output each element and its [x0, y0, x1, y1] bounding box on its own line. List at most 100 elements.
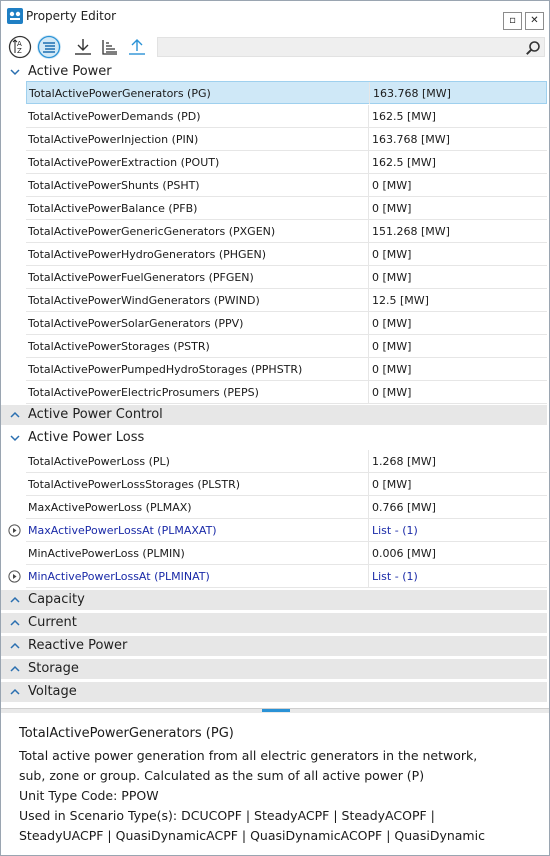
property-value: 12.5 [MW] — [372, 294, 429, 307]
collapse-all-button[interactable] — [71, 35, 95, 59]
property-row[interactable]: TotalActivePowerHydroGenerators (PHGEN) … — [26, 243, 547, 266]
property-name: TotalActivePowerExtraction (POUT) — [28, 156, 220, 169]
sort-alphabetical-icon: A Z — [8, 35, 32, 59]
property-row[interactable]: MaxActivePowerLoss (PLMAX) 0.766 [MW] — [26, 496, 547, 519]
chevron-down-icon — [10, 435, 20, 442]
category-label: Active Power Loss — [28, 430, 145, 445]
chevron-up-icon — [10, 411, 20, 418]
title-bar: Property Editor ▫ ✕ — [1, 1, 549, 31]
category-capacity[interactable]: Capacity — [1, 590, 547, 610]
chevron-up-icon — [10, 596, 20, 603]
chevron-up-icon — [10, 665, 20, 672]
chevron-up-icon — [10, 619, 20, 626]
category-label: Reactive Power — [28, 638, 128, 653]
description-line: SteadyUACPF | QuasiDynamicACPF | QuasiDy… — [19, 828, 485, 843]
property-value: 151.268 [MW] — [372, 225, 450, 238]
column-divider — [368, 335, 369, 357]
property-row[interactable]: TotalActivePowerExtraction (POUT) 162.5 … — [26, 151, 547, 174]
column-divider — [368, 128, 369, 150]
property-value: 0.006 [MW] — [372, 547, 436, 560]
category-storage[interactable]: Storage — [1, 659, 547, 679]
property-row[interactable]: MinActivePowerLoss (PLMIN) 0.006 [MW] — [26, 542, 547, 565]
category-label: Storage — [28, 661, 79, 676]
category-active-power[interactable]: Active Power — [1, 62, 547, 82]
description-title: TotalActivePowerGenerators (PG) — [19, 726, 234, 741]
column-divider — [368, 105, 369, 127]
property-name: TotalActivePowerShunts (PSHT) — [28, 179, 200, 192]
category-label: Capacity — [28, 592, 85, 607]
svg-text:Z: Z — [17, 47, 22, 55]
search-icon[interactable] — [525, 40, 541, 56]
property-value: 0.766 [MW] — [372, 501, 436, 514]
property-name: TotalActivePowerElectricProsumers (PEPS) — [28, 386, 259, 399]
property-row[interactable]: TotalActivePowerWindGenerators (PWIND) 1… — [26, 289, 547, 312]
property-row-link[interactable]: MinActivePowerLossAt (PLMINAT) List - (1… — [26, 565, 547, 588]
categorized-view-button[interactable] — [37, 35, 61, 59]
sort-bars-icon — [102, 40, 117, 55]
property-name: TotalActivePowerGenerators (PG) — [29, 87, 211, 100]
chevron-up-icon — [10, 688, 20, 695]
close-button[interactable]: ✕ — [525, 12, 544, 30]
sort-bars-button[interactable] — [98, 35, 122, 59]
property-row[interactable]: TotalActivePowerShunts (PSHT) 0 [MW] — [26, 174, 547, 197]
category-voltage[interactable]: Voltage — [1, 682, 547, 702]
category-current[interactable]: Current — [1, 613, 547, 633]
property-name: MaxActivePowerLossAt (PLMAXAT) — [28, 524, 217, 537]
property-name: TotalActivePowerInjection (PIN) — [28, 133, 199, 146]
property-row[interactable]: TotalActivePowerDemands (PD) 162.5 [MW] — [26, 105, 547, 128]
property-value-link[interactable]: List - (1) — [372, 524, 418, 537]
property-row[interactable]: TotalActivePowerLoss (PL) 1.268 [MW] — [26, 450, 547, 473]
property-row-link[interactable]: MaxActivePowerLossAt (PLMAXAT) List - (1… — [26, 519, 547, 542]
category-reactive-power[interactable]: Reactive Power — [1, 636, 547, 656]
column-divider — [369, 82, 370, 104]
column-divider — [368, 565, 369, 587]
column-divider — [368, 358, 369, 380]
column-divider — [368, 450, 369, 472]
category-active-power-loss[interactable]: Active Power Loss — [1, 428, 547, 448]
column-divider — [368, 519, 369, 541]
expand-list-icon[interactable] — [8, 570, 21, 583]
property-row[interactable]: TotalActivePowerGenericGenerators (PXGEN… — [26, 220, 547, 243]
column-divider — [368, 289, 369, 311]
column-divider — [368, 473, 369, 495]
property-name: TotalActivePowerLossStorages (PLSTR) — [28, 478, 241, 491]
column-divider — [368, 220, 369, 242]
column-divider — [368, 381, 369, 403]
property-value: 0 [MW] — [372, 478, 412, 491]
property-name: MaxActivePowerLoss (PLMAX) — [28, 501, 192, 514]
property-row[interactable]: TotalActivePowerSolarGenerators (PPV) 0 … — [26, 312, 547, 335]
property-name: TotalActivePowerGenericGenerators (PXGEN… — [28, 225, 276, 238]
property-value: 163.768 [MW] — [373, 87, 451, 100]
property-name: TotalActivePowerHydroGenerators (PHGEN) — [28, 248, 267, 261]
property-name: TotalActivePowerWindGenerators (PWIND) — [28, 294, 260, 307]
property-row[interactable]: TotalActivePowerGenerators (PG) 163.768 … — [26, 81, 547, 104]
category-active-power-control[interactable]: Active Power Control — [1, 405, 547, 425]
property-name: MinActivePowerLoss (PLMIN) — [28, 547, 185, 560]
property-value-link[interactable]: List - (1) — [372, 570, 418, 583]
sort-alphabetical-button[interactable]: A Z — [8, 35, 32, 59]
property-row[interactable]: TotalActivePowerFuelGenerators (PFGEN) 0… — [26, 266, 547, 289]
export-upload-icon — [129, 39, 145, 55]
maximize-button[interactable]: ▫ — [503, 12, 522, 30]
expand-list-icon[interactable] — [8, 524, 21, 537]
property-name: TotalActivePowerStorages (PSTR) — [28, 340, 210, 353]
export-button[interactable] — [125, 35, 149, 59]
property-row[interactable]: TotalActivePowerBalance (PFB) 0 [MW] — [26, 197, 547, 220]
category-label: Current — [28, 615, 77, 630]
property-row[interactable]: TotalActivePowerElectricProsumers (PEPS)… — [26, 381, 547, 404]
property-value: 0 [MW] — [372, 271, 412, 284]
property-row[interactable]: TotalActivePowerStorages (PSTR) 0 [MW] — [26, 335, 547, 358]
category-label: Active Power Control — [28, 407, 163, 422]
property-row[interactable]: TotalActivePowerLossStorages (PLSTR) 0 [… — [26, 473, 547, 496]
property-row[interactable]: TotalActivePowerInjection (PIN) 163.768 … — [26, 128, 547, 151]
property-value: 0 [MW] — [372, 317, 412, 330]
property-value: 0 [MW] — [372, 202, 412, 215]
toolbar: A Z — [1, 32, 549, 62]
window-title: Property Editor — [26, 9, 117, 23]
property-row[interactable]: TotalActivePowerPumpedHydroStorages (PPH… — [26, 358, 547, 381]
property-editor-window: Property Editor ▫ ✕ A Z Active Power Tot… — [0, 0, 550, 856]
splitter-grip[interactable] — [262, 709, 290, 712]
column-divider — [368, 174, 369, 196]
column-divider — [368, 243, 369, 265]
search-input[interactable] — [157, 37, 545, 57]
